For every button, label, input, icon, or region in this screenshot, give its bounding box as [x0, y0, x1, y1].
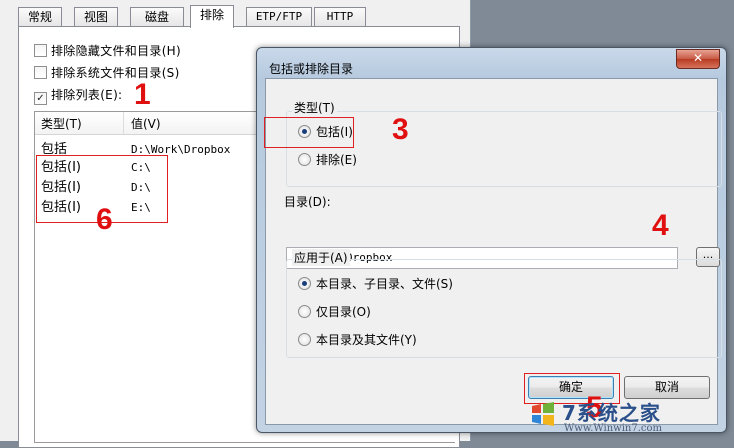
- exclude-system-label: 排除系统文件和目录(S): [51, 66, 180, 80]
- exclude-system-checkbox[interactable]: 排除系统文件和目录(S): [34, 64, 180, 82]
- dialog-title: 包括或排除目录: [269, 62, 354, 76]
- checkbox-box[interactable]: [34, 44, 47, 57]
- highlight-box-3: [264, 117, 354, 148]
- watermark-url: Www.Winwin7.com: [564, 423, 662, 434]
- annotation-1: 1: [134, 78, 151, 111]
- annotation-3: 3: [392, 113, 409, 146]
- tab-view[interactable]: 视图: [74, 7, 118, 26]
- annotation-6: 6: [96, 203, 113, 236]
- annotation-4: 4: [652, 209, 669, 242]
- include-exclude-dialog: 包括或排除目录 ✕ 类型(T) 包括(I) 排除(E) 3 目录(D): D:\…: [256, 47, 727, 433]
- apply-to-group-label: 应用于(A): [292, 249, 350, 266]
- windows-logo-icon: [532, 402, 554, 426]
- tab-disk[interactable]: 磁盘: [130, 7, 184, 26]
- radio-icon[interactable]: [298, 153, 311, 166]
- exclude-list-checkbox[interactable]: ✓ 排除列表(E):: [34, 86, 123, 105]
- apply-dir-and-files-radio[interactable]: 本目录及其文件(Y): [298, 331, 417, 349]
- close-button[interactable]: ✕: [676, 49, 720, 69]
- column-divider[interactable]: [123, 112, 124, 134]
- dialog-body: 类型(T) 包括(I) 排除(E) 3 目录(D): D:\Work\Dropb…: [264, 78, 722, 425]
- exclude-radio[interactable]: 排除(E): [298, 151, 357, 169]
- cancel-button[interactable]: 取消: [624, 376, 710, 399]
- checkbox-box[interactable]: [34, 66, 47, 79]
- exclude-label: 排除(E): [316, 153, 357, 167]
- directory-label: 目录(D):: [284, 195, 331, 209]
- apply-option-label: 本目录及其文件(Y): [316, 333, 417, 347]
- radio-icon[interactable]: [298, 333, 311, 346]
- exclude-hidden-label: 排除隐藏文件和目录(H): [51, 44, 181, 58]
- apply-option-label: 仅目录(O): [316, 305, 371, 319]
- column-value[interactable]: 值(V): [131, 115, 161, 132]
- apply-dir-only-radio[interactable]: 仅目录(O): [298, 303, 371, 321]
- watermark-title: 7系统之家: [562, 401, 661, 425]
- column-type[interactable]: 类型(T): [41, 115, 82, 132]
- tab-etp-ftp[interactable]: ETP/FTP: [246, 7, 312, 26]
- tab-exclude[interactable]: 排除: [190, 5, 234, 28]
- exclude-hidden-checkbox[interactable]: 排除隐藏文件和目录(H): [34, 42, 181, 60]
- close-icon: ✕: [692, 51, 704, 65]
- radio-icon[interactable]: [298, 305, 311, 318]
- checkmark-icon[interactable]: ✓: [34, 92, 47, 105]
- tab-http[interactable]: HTTP: [314, 7, 366, 26]
- tab-general[interactable]: 常规: [18, 7, 62, 26]
- apply-dir-subdir-files-radio[interactable]: 本目录、子目录、文件(S): [298, 275, 453, 293]
- exclude-list-label: 排除列表(E):: [51, 88, 123, 102]
- type-group-label: 类型(T): [292, 99, 337, 116]
- radio-selected-icon[interactable]: [298, 277, 311, 290]
- apply-option-label: 本目录、子目录、文件(S): [316, 277, 453, 291]
- watermark: 7系统之家 Www.Winwin7.com: [530, 397, 730, 439]
